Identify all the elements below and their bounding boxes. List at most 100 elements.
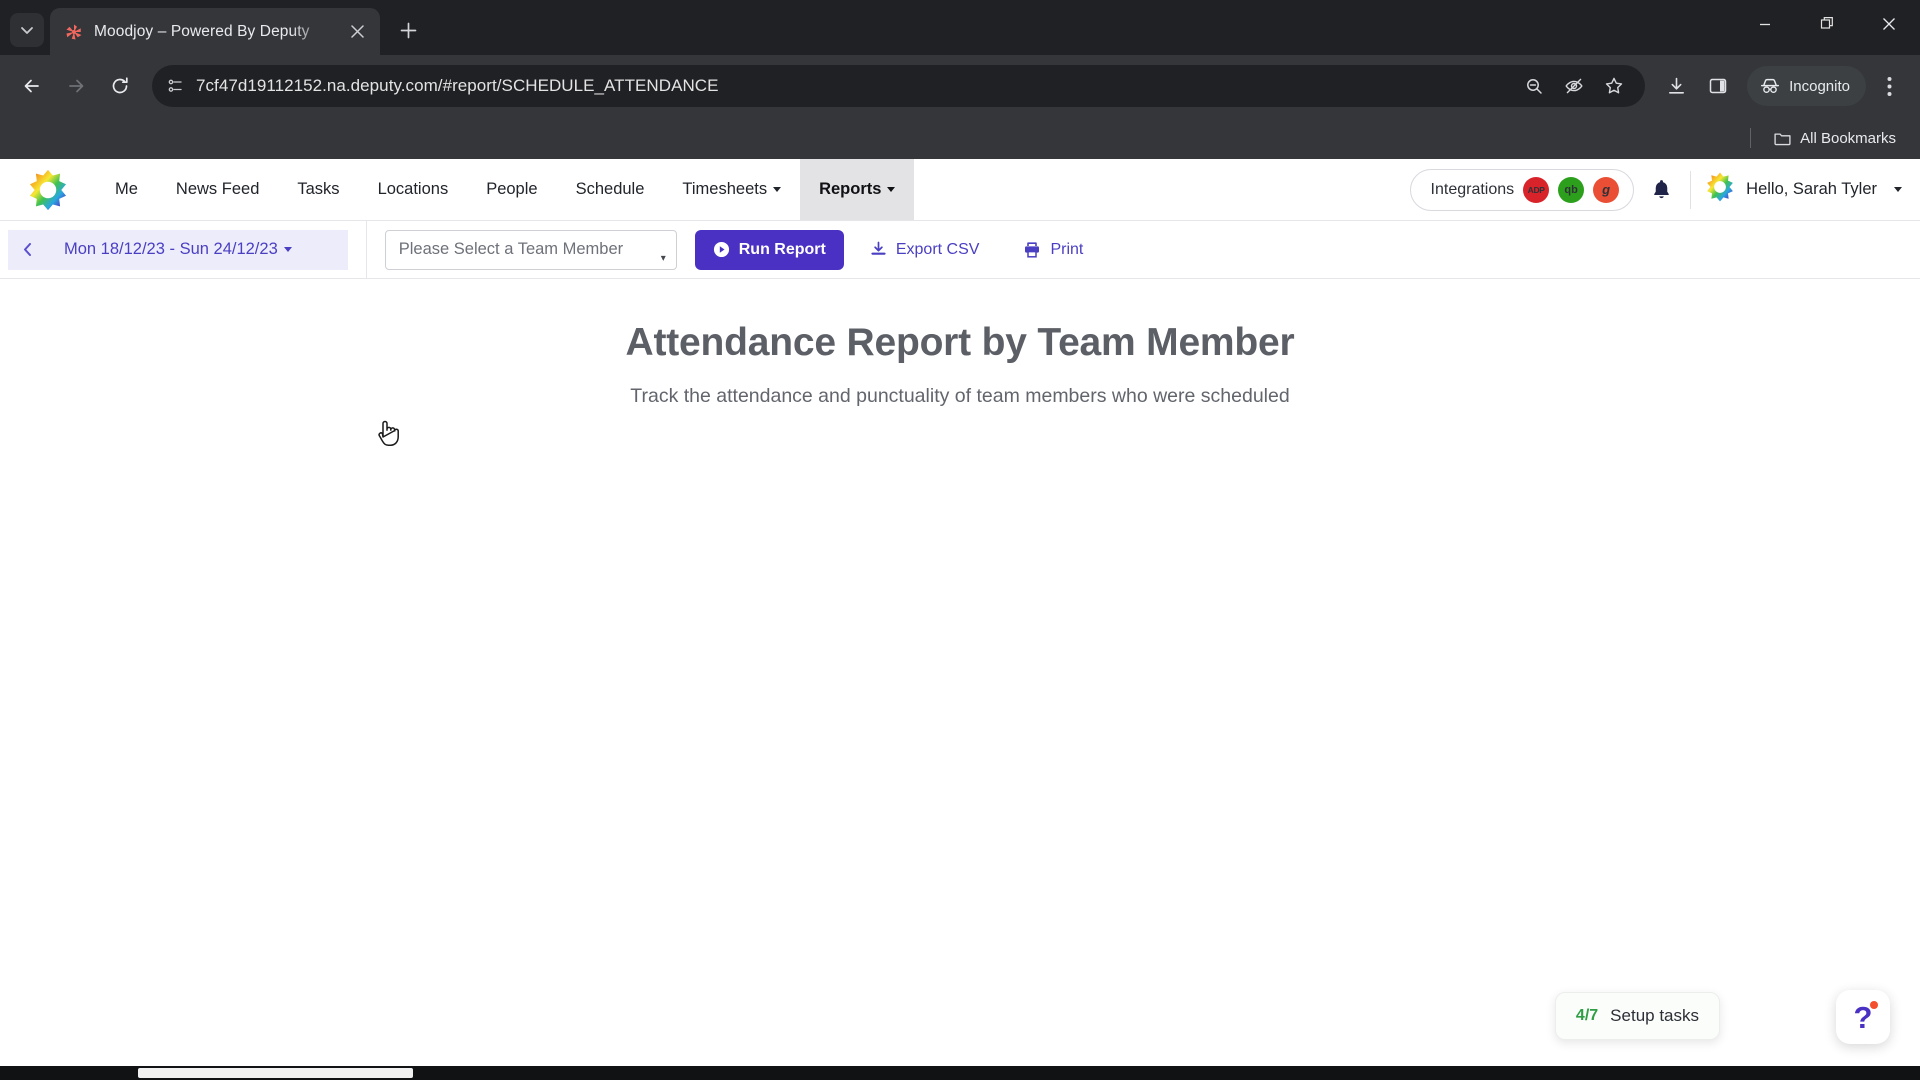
browser-tab[interactable]: Moodjoy – Powered By Deputy [50, 8, 380, 55]
report-content: Attendance Report by Team Member Track t… [0, 279, 1920, 408]
reload-icon [112, 77, 128, 94]
nav-divider [1690, 170, 1692, 209]
nav-item-schedule[interactable]: Schedule [557, 159, 664, 220]
gusto-badge[interactable]: g [1593, 176, 1620, 203]
nav-item-people[interactable]: People [467, 159, 556, 220]
nav-label: Reports [819, 180, 882, 198]
page-content: Me News Feed Tasks Locations People Sche… [0, 159, 1920, 1066]
window-minimize-button[interactable] [1734, 0, 1796, 47]
nav-label: News Feed [175, 180, 260, 198]
user-menu[interactable]: Hello, Sarah Tyler [1697, 172, 1902, 207]
new-tab-button[interactable] [388, 10, 428, 50]
bookmarks-divider [1750, 128, 1752, 148]
address-bar[interactable]: 7cf47d19112152.na.deputy.com/#report/SCH… [152, 65, 1646, 107]
date-range-text: Mon 18/12/23 - Sun 24/12/23 [64, 240, 278, 258]
team-member-select[interactable]: Please Select a Team Member ▾ [384, 229, 677, 270]
nav-item-locations[interactable]: Locations [359, 159, 468, 220]
toolbar-divider [365, 220, 367, 279]
forward-arrow-icon [69, 79, 84, 93]
back-arrow-icon [24, 79, 39, 93]
browser-window: Moodjoy – Powered By Deputy 7cf47d191121… [0, 0, 1920, 1080]
app-nav-links: Me News Feed Tasks Locations People Sche… [96, 159, 915, 220]
next-week-button[interactable] [309, 229, 348, 270]
nav-item-tasks[interactable]: Tasks [278, 159, 358, 220]
page-info-icon[interactable] [160, 70, 192, 102]
help-button[interactable]: ? [1836, 990, 1890, 1044]
download-icon [871, 241, 886, 255]
back-button[interactable] [12, 66, 52, 106]
chevron-down-icon [21, 27, 33, 34]
browser-toolbar: 7cf47d19112152.na.deputy.com/#report/SCH… [0, 55, 1920, 117]
nav-item-news-feed[interactable]: News Feed [157, 159, 278, 220]
nav-item-reports[interactable]: Reports [800, 159, 915, 220]
plus-icon [400, 22, 416, 38]
downloads-button[interactable] [1657, 67, 1695, 105]
tab-search-button[interactable] [10, 13, 44, 47]
run-report-button[interactable]: Run Report [694, 229, 844, 270]
run-report-label: Run Report [738, 240, 826, 258]
url-text: 7cf47d19112152.na.deputy.com/#report/SCH… [196, 76, 719, 95]
bookmark-star-icon[interactable] [1595, 67, 1633, 105]
page-title: Attendance Report by Team Member [625, 321, 1295, 364]
window-close-button[interactable] [1858, 0, 1920, 47]
incognito-profile-chip[interactable]: Incognito [1747, 66, 1866, 106]
user-greeting: Hello, Sarah Tyler [1746, 180, 1877, 198]
window-maximize-button[interactable] [1796, 0, 1858, 47]
setup-tasks-label: Setup tasks [1610, 1006, 1699, 1025]
all-bookmarks-label: All Bookmarks [1800, 129, 1896, 147]
setup-tasks-widget[interactable]: 4/7 Setup tasks [1554, 992, 1720, 1040]
chevron-down-icon [1894, 187, 1902, 192]
horizontal-scrollbar[interactable] [0, 1066, 1920, 1080]
three-dots-menu-icon[interactable] [1870, 64, 1908, 108]
quickbooks-badge[interactable]: qb [1558, 176, 1585, 203]
close-icon [1883, 17, 1895, 30]
nav-label: Locations [377, 180, 449, 198]
chevron-down-icon: ▾ [660, 252, 666, 264]
moodjoy-rainbow-star-logo[interactable] [0, 159, 96, 220]
user-avatar-star [1705, 172, 1735, 207]
integrations-button[interactable]: Integrations ADP qb g [1409, 168, 1635, 211]
bell-icon [1653, 180, 1669, 199]
date-range-picker: Mon 18/12/23 - Sun 24/12/23 [8, 229, 348, 270]
setup-tasks-count: 4/7 [1575, 1007, 1599, 1024]
folder-icon [1774, 132, 1791, 145]
app-navbar: Me News Feed Tasks Locations People Sche… [0, 159, 1920, 221]
moodjoy-pinwheel-icon [64, 22, 84, 42]
tab-title: Moodjoy – Powered By Deputy [94, 22, 310, 40]
omnibox-actions [1515, 67, 1633, 105]
nav-item-me[interactable]: Me [96, 159, 157, 220]
all-bookmarks-button[interactable]: All Bookmarks [1765, 124, 1904, 153]
app-nav-right: Integrations ADP qb g Hello, Sarah Tyler [1409, 159, 1920, 220]
printer-icon [1025, 241, 1040, 258]
print-button[interactable]: Print [1005, 229, 1102, 270]
chevron-down-icon [283, 247, 292, 252]
side-panel-button[interactable] [1699, 67, 1737, 105]
export-csv-label: Export CSV [895, 240, 980, 258]
minimize-icon [1760, 23, 1770, 25]
eye-slash-icon[interactable] [1555, 67, 1593, 105]
export-csv-button[interactable]: Export CSV [851, 229, 998, 270]
window-controls [1734, 0, 1920, 47]
page-subtitle: Track the attendance and punctuality of … [630, 385, 1290, 407]
report-toolbar: Mon 18/12/23 - Sun 24/12/23 Please Selec… [0, 220, 1920, 279]
notifications-button[interactable] [1634, 178, 1688, 201]
chevron-down-icon [887, 187, 896, 192]
tab-close-button[interactable] [344, 19, 370, 45]
bookmarks-bar: All Bookmarks [0, 117, 1920, 159]
date-range-button[interactable]: Mon 18/12/23 - Sun 24/12/23 [46, 229, 310, 270]
forward-button[interactable] [56, 66, 96, 106]
zoom-out-icon[interactable] [1515, 67, 1553, 105]
chevron-left-icon [23, 243, 31, 256]
nav-label: Tasks [297, 180, 340, 198]
nav-item-timesheets[interactable]: Timesheets [663, 159, 800, 220]
print-label: Print [1050, 240, 1084, 258]
nav-label: People [486, 180, 538, 198]
reload-button[interactable] [100, 66, 140, 106]
integrations-label: Integrations [1430, 180, 1515, 198]
help-notification-dot [1870, 1001, 1878, 1009]
previous-week-button[interactable] [8, 229, 46, 270]
adp-badge[interactable]: ADP [1523, 176, 1550, 203]
nav-label: Schedule [575, 180, 645, 198]
scrollbar-thumb[interactable] [138, 1068, 413, 1078]
team-member-placeholder: Please Select a Team Member [398, 240, 624, 258]
